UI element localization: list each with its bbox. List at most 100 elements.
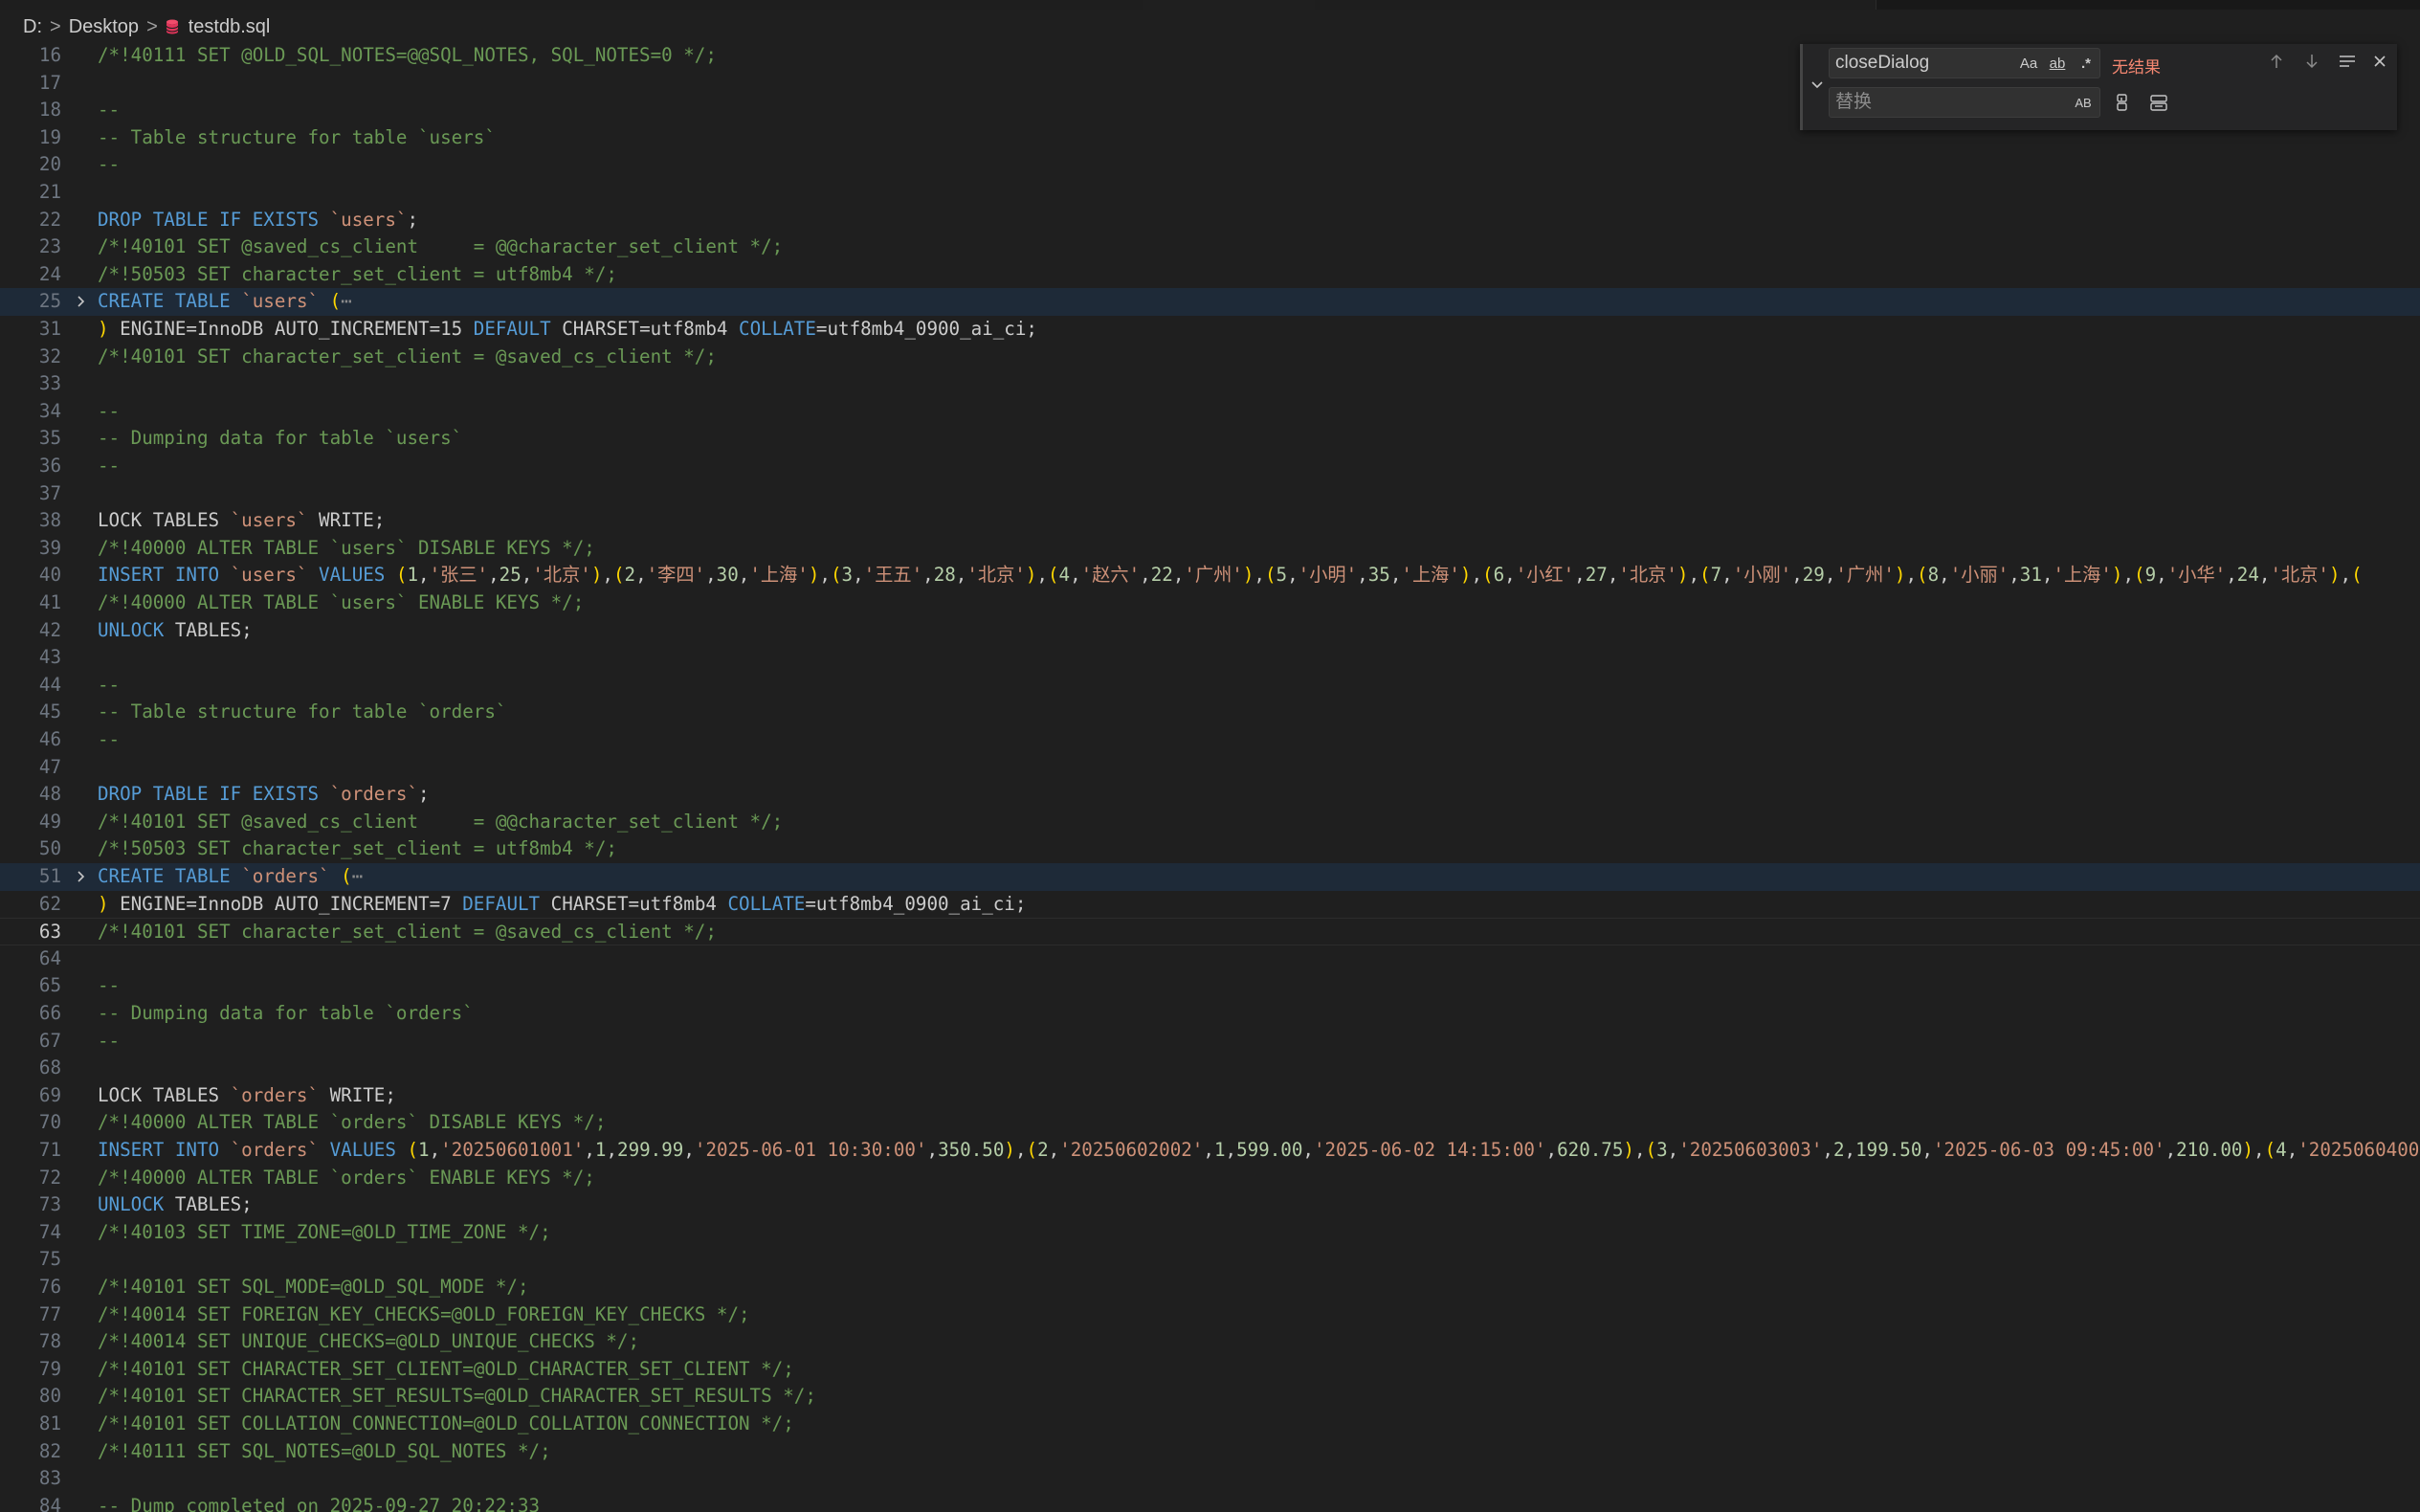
code-line[interactable]: 78 /*!40014 SET UNIQUE_CHECKS=@OLD_UNIQUE…	[0, 1328, 2420, 1356]
code-line[interactable]: 77 /*!40014 SET FOREIGN_KEY_CHECKS=@OLD_F…	[0, 1301, 2420, 1329]
line-number: 66	[38, 1002, 61, 1024]
code-line[interactable]: 71 INSERT INTO `orders` VALUES (1,'202506…	[0, 1137, 2420, 1165]
editor-tab[interactable]	[519, 0, 780, 10]
code-line[interactable]: 44 --	[0, 672, 2420, 700]
code-token: ,	[738, 564, 750, 587]
code-line[interactable]: 76 /*!40101 SET SQL_MODE=@OLD_SQL_MODE */…	[0, 1274, 2420, 1301]
whole-word-toggle[interactable]: ab	[2043, 53, 2072, 74]
code-line[interactable]: 41 /*!40000 ALTER TABLE `users` ENABLE KE…	[0, 589, 2420, 617]
editor-tab[interactable]	[0, 0, 173, 10]
code-line[interactable]: 23 /*!40101 SET @saved_cs_client = @@char…	[0, 233, 2420, 261]
code-line[interactable]: 75	[0, 1246, 2420, 1274]
replace-all-button[interactable]	[2145, 89, 2172, 116]
code-token: ,	[2156, 564, 2167, 587]
breadcrumb-folder[interactable]: Desktop	[69, 16, 139, 38]
close-find-button[interactable]	[2366, 48, 2393, 75]
code-token: 3	[1656, 1139, 1668, 1161]
code-line[interactable]: 65 --	[0, 972, 2420, 1000]
find-in-selection-button[interactable]	[2334, 48, 2361, 75]
code-line[interactable]: 84 -- Dump completed on 2025-09-27 20:22:…	[0, 1493, 2420, 1512]
code-line[interactable]: 62) ENGINE=InnoDB AUTO_INCREMENT=7 DEFAU…	[0, 891, 2420, 919]
match-case-toggle[interactable]: Aa	[2017, 53, 2040, 74]
code-line[interactable]: 21	[0, 179, 2420, 207]
code-token: 2	[1832, 1139, 1845, 1161]
code-line[interactable]: 38 LOCK TABLES `users` WRITE;	[0, 507, 2420, 535]
code-line[interactable]: 72 /*!40000 ALTER TABLE `orders` ENABLE K…	[0, 1165, 2420, 1192]
code-line-folded[interactable]: 25 CREATE TABLE `users` (⋯	[0, 288, 2420, 316]
code-line[interactable]: 68	[0, 1055, 2420, 1082]
code-line[interactable]: 22 DROP TABLE IF EXISTS `users`;	[0, 207, 2420, 234]
code-token: /*!40014 SET FOREIGN_KEY_CHECKS=@OLD_FOR…	[98, 1302, 750, 1325]
code-line[interactable]: 50 /*!50503 SET character_set_client = ut…	[0, 835, 2420, 863]
replace-input[interactable]	[1835, 88, 2008, 117]
regex-toggle[interactable]: .*	[2075, 53, 2098, 74]
code-line[interactable]: 32 /*!40101 SET character_set_client = @s…	[0, 344, 2420, 371]
code-line[interactable]: 81 /*!40101 SET COLLATION_CONNECTION=@OLD…	[0, 1411, 2420, 1438]
editor-tab[interactable]	[779, 0, 971, 10]
code-line[interactable]: 80 /*!40101 SET CHARACTER_SET_RESULTS=@OL…	[0, 1383, 2420, 1411]
toggle-replace-button[interactable]	[1809, 73, 1826, 98]
close-icon	[2374, 56, 2386, 67]
breadcrumb-file[interactable]: testdb.sql	[189, 16, 271, 38]
code-line[interactable]: 64	[0, 945, 2420, 973]
editor-tab[interactable]	[172, 0, 347, 10]
code-line[interactable]: 40 INSERT INTO `users` VALUES (1,'张三',25,…	[0, 562, 2420, 589]
line-number: 49	[38, 810, 61, 833]
code-line[interactable]: 35 -- Dumping data for table `users`	[0, 425, 2420, 453]
code-line[interactable]: 45 -- Table structure for table `orders`	[0, 699, 2420, 726]
previous-match-button[interactable]	[2263, 48, 2290, 75]
code-token: ,	[1389, 564, 1402, 587]
code-token: ,	[1688, 564, 1700, 587]
chevron-right-icon[interactable]	[73, 863, 90, 890]
code-line[interactable]: 73 UNLOCK TABLES;	[0, 1191, 2420, 1219]
code-token: ,	[606, 1139, 618, 1161]
code-line[interactable]: 20 --	[0, 151, 2420, 179]
code-line[interactable]: 43	[0, 644, 2420, 672]
code-token: --	[98, 974, 121, 997]
find-input[interactable]	[1835, 49, 2008, 78]
code-line[interactable]: 69 LOCK TABLES `orders` WRITE;	[0, 1082, 2420, 1110]
code-token: ;	[407, 208, 419, 231]
code-token: ,	[521, 564, 533, 587]
code-line[interactable]: 82 /*!40111 SET SQL_NOTES=@OLD_SQL_NOTES …	[0, 1438, 2420, 1466]
code-line[interactable]: 67 --	[0, 1028, 2420, 1056]
code-line[interactable]: 33	[0, 370, 2420, 398]
editor-tab[interactable]	[1315, 0, 1517, 10]
code-line[interactable]: 48 DROP TABLE IF EXISTS `orders`;	[0, 781, 2420, 809]
preserve-case-toggle[interactable]: AB	[2069, 92, 2098, 113]
code-line[interactable]: 70 /*!40000 ALTER TABLE `orders` DISABLE …	[0, 1109, 2420, 1137]
code-text: --	[98, 726, 120, 754]
code-line[interactable]: 47	[0, 754, 2420, 782]
code-line[interactable]: 34 --	[0, 398, 2420, 426]
code-line[interactable]: 83	[0, 1465, 2420, 1493]
editor-tab[interactable]	[346, 0, 520, 10]
next-match-button[interactable]	[2298, 48, 2325, 75]
line-number: 37	[38, 481, 61, 504]
code-line[interactable]: 79 /*!40101 SET CHARACTER_SET_CLIENT=@OLD…	[0, 1356, 2420, 1384]
editor-tab[interactable]	[970, 0, 1143, 10]
code-line[interactable]: 31) ENGINE=InnoDB AUTO_INCREMENT=15 DEFA…	[0, 316, 2420, 344]
code-line[interactable]: 42 UNLOCK TABLES;	[0, 617, 2420, 645]
breadcrumb-drive[interactable]: D:	[23, 16, 42, 38]
code-token: ,	[1633, 1139, 1646, 1161]
line-number: 43	[38, 646, 61, 669]
code-token: )	[98, 318, 109, 340]
code-line[interactable]: 74 /*!40103 SET TIME_ZONE=@OLD_TIME_ZONE …	[0, 1219, 2420, 1247]
editor-tab[interactable]	[1688, 0, 1876, 10]
code-line[interactable]: 24 /*!50503 SET character_set_client = ut…	[0, 261, 2420, 289]
code-line[interactable]: 37	[0, 480, 2420, 508]
code-line[interactable]: 36 --	[0, 453, 2420, 480]
chevron-right-icon[interactable]	[73, 288, 90, 315]
code-token: (	[1264, 564, 1277, 587]
code-line[interactable]: 49 /*!40101 SET @saved_cs_client = @@char…	[0, 809, 2420, 836]
code-line[interactable]: 46 --	[0, 726, 2420, 754]
editor-tab-active[interactable]	[1143, 0, 1316, 10]
editor-tab[interactable]	[1516, 0, 1689, 10]
code-line-folded[interactable]: 51 CREATE TABLE `orders` (⋯	[0, 863, 2420, 891]
code-token: --	[98, 399, 121, 422]
code-line[interactable]: 39 /*!40000 ALTER TABLE `users` DISABLE K…	[0, 535, 2420, 563]
code-line[interactable]: 63 /*!40101 SET character_set_client = @s…	[0, 918, 2420, 945]
code-line[interactable]: 66 -- Dumping data for table `orders`	[0, 1000, 2420, 1028]
replace-button[interactable]	[2109, 89, 2136, 116]
code-editor[interactable]: 16/*!40111 SET @OLD_SQL_NOTES=@@SQL_NOTE…	[0, 44, 2420, 1512]
